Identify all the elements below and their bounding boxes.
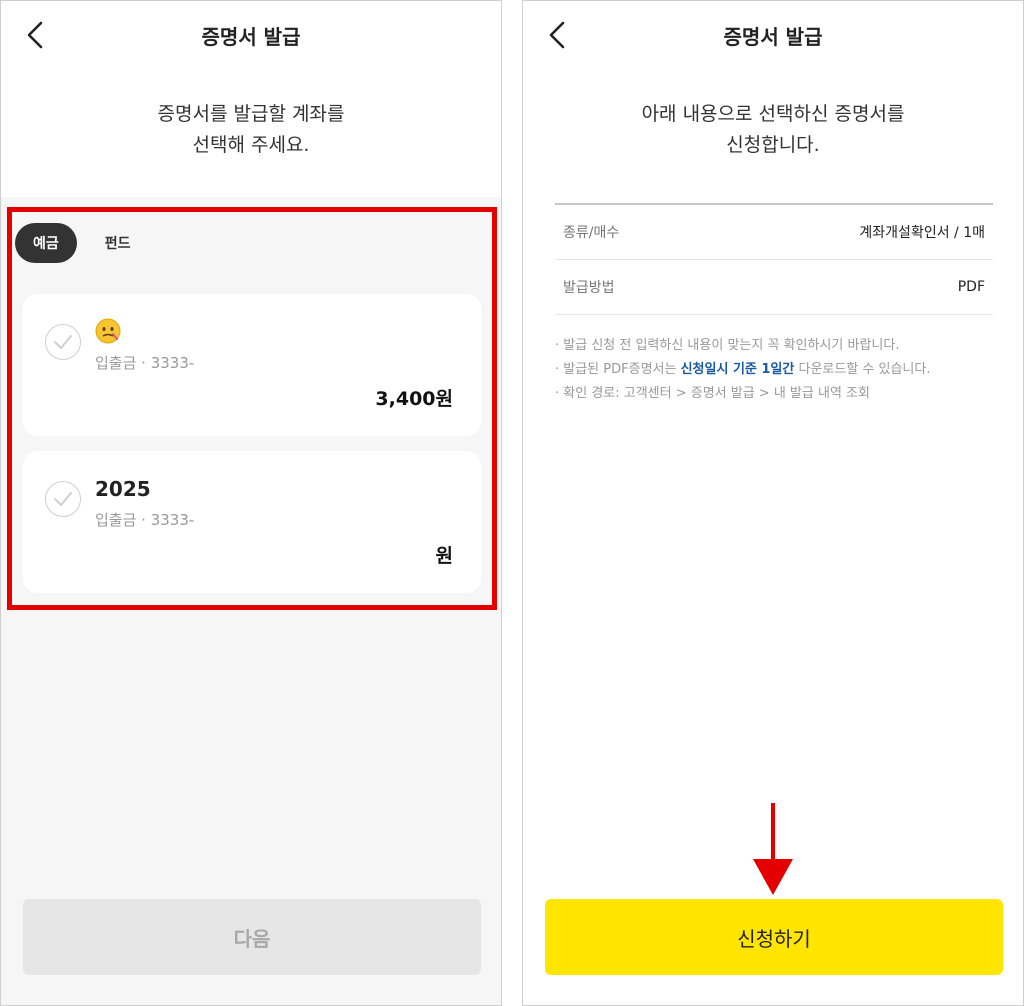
confirm-screen: 증명서 발급 아래 내용으로 선택하신 증명서를 신청합니다. 종류/매수 계좌… <box>522 0 1024 1006</box>
page-title: 증명서 발급 <box>201 25 301 49</box>
notice-item: · 발급 신청 전 입력하신 내용이 맞는지 꼭 확인하시기 바랍니다. <box>555 338 900 353</box>
arrow-down-icon <box>753 803 793 895</box>
summary-row-method: 발급방법 PDF <box>555 260 993 315</box>
intro-line-2: 신청합니다. <box>726 134 820 156</box>
header: 증명서 발급 <box>523 1 1023 69</box>
next-button[interactable]: 다음 <box>23 899 481 975</box>
notice-text: 다운로드할 수 있습니다. <box>794 362 931 377</box>
intro-line-2: 선택해 주세요. <box>192 134 310 156</box>
intro-text: 증명서를 발급할 계좌를 선택해 주세요. <box>1 99 501 161</box>
account-select-screen: 증명서 발급 증명서를 발급할 계좌를 선택해 주세요. 예금 펀드 입출금 ·… <box>0 0 502 1006</box>
summary-label: 발급방법 <box>563 280 615 296</box>
page-title: 증명서 발급 <box>723 25 823 49</box>
intro-line-1: 아래 내용으로 선택하신 증명서를 <box>641 103 905 125</box>
apply-button[interactable]: 신청하기 <box>545 899 1003 975</box>
notice-item: · 확인 경로: 고객센터 > 증명서 발급 > 내 발급 내역 조회 <box>555 386 870 401</box>
intro-line-1: 증명서를 발급할 계좌를 <box>157 103 345 125</box>
summary-value: 계좌개설확인서 / 1매 <box>859 225 985 241</box>
highlight-frame <box>7 207 497 610</box>
notice-highlight: 신청일시 기준 1일간 <box>680 362 795 377</box>
summary-row-type: 종류/매수 계좌개설확인서 / 1매 <box>555 205 993 260</box>
notice-text: · 발급된 PDF증명서는 <box>555 362 681 377</box>
notice-item: · 발급된 PDF증명서는 신청일시 기준 1일간 다운로드할 수 있습니다. <box>555 358 1005 382</box>
notice-list: · 발급 신청 전 입력하신 내용이 맞는지 꼭 확인하시기 바랍니다. · 발… <box>555 334 1005 406</box>
summary-value: PDF <box>957 279 985 295</box>
header: 증명서 발급 <box>1 1 501 69</box>
intro-text: 아래 내용으로 선택하신 증명서를 신청합니다. <box>523 99 1023 161</box>
summary-label: 종류/매수 <box>563 225 620 241</box>
